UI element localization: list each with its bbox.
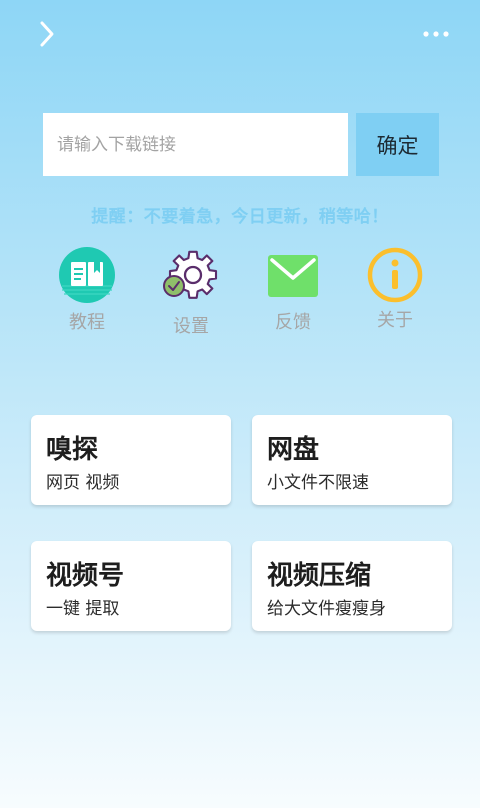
top-bar <box>0 0 480 70</box>
shortcut-settings[interactable]: 设置 <box>146 244 236 339</box>
more-button[interactable] <box>416 20 456 48</box>
confirm-button[interactable]: 确定 <box>356 113 439 176</box>
notice-text: 提醒：不要着急，今日更新，稍等哈！ <box>91 207 389 227</box>
download-link-input[interactable] <box>43 113 348 176</box>
shortcut-tutorial-label: 教程 <box>69 312 105 333</box>
card-video-account-subtitle: 一键 提取 <box>46 599 120 619</box>
card-netdisk[interactable]: 网盘 小文件不限速 <box>252 415 452 505</box>
card-sniff-subtitle: 网页 视频 <box>46 473 120 493</box>
card-video-account-title: 视频号 <box>46 561 125 591</box>
mail-icon <box>268 255 318 297</box>
more-dots-icon <box>423 31 449 37</box>
shortcut-feedback-label: 反馈 <box>275 312 311 333</box>
info-icon <box>367 247 423 303</box>
shortcut-about-label: 关于 <box>377 310 413 331</box>
card-video-account[interactable]: 视频号 一键 提取 <box>31 541 231 631</box>
shortcut-feedback[interactable]: 反馈 <box>248 244 338 339</box>
card-video-compress-subtitle: 给大文件瘦瘦身 <box>267 599 386 619</box>
gear-icon <box>163 250 218 299</box>
chevron-right-icon <box>40 21 54 47</box>
card-sniff[interactable]: 嗅探 网页 视频 <box>31 415 231 505</box>
card-video-compress[interactable]: 视频压缩 给大文件瘦瘦身 <box>252 541 452 631</box>
shortcut-row: 教程 设置 反馈 关于 <box>0 244 480 344</box>
link-input-row: 确定 <box>43 113 439 176</box>
back-button[interactable] <box>30 16 64 52</box>
card-sniff-title: 嗅探 <box>46 435 99 465</box>
shortcut-settings-label: 设置 <box>173 316 209 337</box>
card-video-compress-title: 视频压缩 <box>267 561 372 591</box>
book-icon <box>59 247 115 303</box>
shortcut-about[interactable]: 关于 <box>350 244 440 339</box>
card-netdisk-title: 网盘 <box>267 435 320 465</box>
card-netdisk-subtitle: 小文件不限速 <box>267 473 369 493</box>
shortcut-tutorial[interactable]: 教程 <box>42 244 132 339</box>
